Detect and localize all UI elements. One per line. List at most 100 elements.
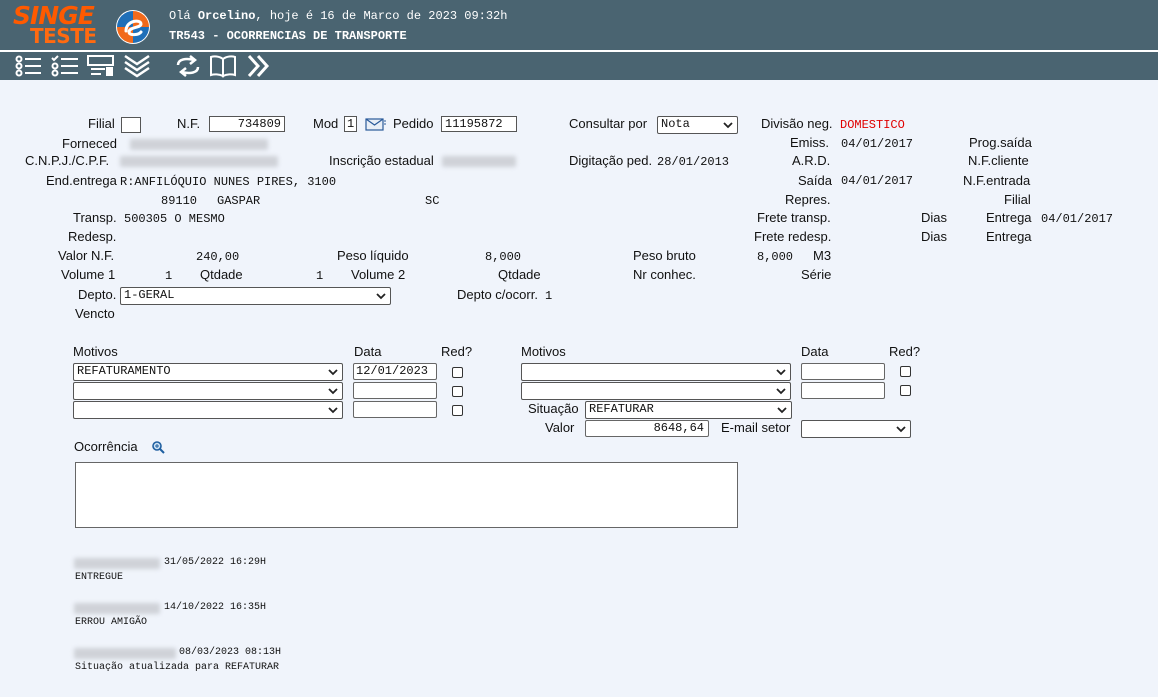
end-entrega-label: End.entrega xyxy=(46,173,117,188)
entrega1-label: Entrega xyxy=(986,210,1032,225)
ocorrencia-label: Ocorrência xyxy=(74,439,138,454)
nf-input[interactable]: 734809 xyxy=(209,116,285,132)
form-icon[interactable] xyxy=(87,54,115,78)
pedido-input[interactable]: 11195872 xyxy=(441,116,517,132)
filial-input[interactable] xyxy=(121,117,141,133)
repres-label: Repres. xyxy=(785,192,831,207)
motivo-left-select-1[interactable]: REFATURAMENTO xyxy=(73,363,343,381)
peso-bruto-value: 8,000 xyxy=(757,250,794,264)
screen-title: TR543 - OCORRENCIAS DE TRANSPORTE xyxy=(169,29,407,43)
email-setor-label: E-mail setor xyxy=(721,420,791,435)
digitacao-value: 28/01/2013 xyxy=(657,155,730,169)
nf-label: N.F. xyxy=(177,116,201,131)
pedido-label: Pedido xyxy=(393,116,434,131)
m3-label: M3 xyxy=(813,248,832,263)
mod-label: Mod xyxy=(313,116,339,131)
emiss-value: 04/01/2017 xyxy=(841,137,914,151)
history-user-redacted xyxy=(74,603,160,614)
serie-label: Série xyxy=(801,267,832,282)
mail-icon[interactable] xyxy=(365,117,386,131)
depto-ocorr-value: 1 xyxy=(545,289,553,303)
list-icon[interactable] xyxy=(14,54,42,78)
motivo-right-select-1[interactable] xyxy=(521,363,791,381)
book-icon[interactable] xyxy=(209,54,237,78)
peso-liquido-label: Peso líquido xyxy=(337,248,409,263)
entrega2-label: Entrega xyxy=(986,229,1032,244)
checklist-icon[interactable] xyxy=(51,54,79,78)
divisao-value: DOMESTICO xyxy=(840,118,905,132)
red-right-checkbox-1[interactable] xyxy=(900,366,911,377)
data-right-input-2[interactable] xyxy=(801,382,885,399)
history-message-1: ENTREGUE xyxy=(75,572,124,583)
motivo-right-select-2[interactable] xyxy=(521,382,791,400)
data-right-input-1[interactable] xyxy=(801,363,885,380)
refresh-icon[interactable] xyxy=(174,54,202,78)
email-setor-select[interactable] xyxy=(801,420,911,438)
cnpj-label: C.N.P.J./C.P.F. xyxy=(25,153,110,168)
logo-icon xyxy=(116,10,150,44)
transp-value: 500305 O MESMO xyxy=(124,212,225,226)
consultar-select[interactable]: Nota xyxy=(657,116,738,134)
inscricao-value-redacted xyxy=(442,156,516,167)
app-header: SINGE TESTE Olá Orcelino, hoje é 16 de M… xyxy=(0,0,1158,50)
divisao-label: Divisão neg. xyxy=(761,116,833,131)
depto-ocorr-label: Depto c/ocorr. xyxy=(457,287,538,302)
data-left-input-3[interactable] xyxy=(353,401,437,418)
red-left-checkbox-1[interactable] xyxy=(452,367,463,378)
motivos-left-header: Motivos xyxy=(73,344,118,359)
filial-right-label: Filial xyxy=(1004,192,1031,207)
nf-cliente-label: N.F.cliente xyxy=(968,153,1029,168)
greeting: Olá Orcelino, hoje é 16 de Marco de 2023… xyxy=(169,9,508,23)
fornecedor-label: Forneced xyxy=(62,136,117,151)
volume1-value: 1 xyxy=(165,269,173,283)
red-right-checkbox-2[interactable] xyxy=(900,385,911,396)
data-left-input-2[interactable] xyxy=(353,382,437,399)
red-left-checkbox-2[interactable] xyxy=(452,386,463,397)
mod-input[interactable]: 1 xyxy=(344,116,357,132)
emiss-label: Emiss. xyxy=(790,135,829,150)
forward-icon[interactable] xyxy=(245,54,273,78)
dias2-label: Dias xyxy=(921,229,948,244)
transp-label: Transp. xyxy=(73,210,117,225)
ocorrencia-textarea[interactable] xyxy=(75,462,738,528)
qtdade1-value: 1 xyxy=(316,269,324,283)
data-right-header: Data xyxy=(801,344,829,359)
data-left-input-1[interactable]: 12/01/2023 xyxy=(353,363,437,380)
peso-bruto-label: Peso bruto xyxy=(633,248,696,263)
collapse-icon[interactable] xyxy=(123,54,151,78)
valor-label: Valor xyxy=(545,420,575,435)
vencto-label: Vencto xyxy=(75,306,115,321)
chevron-down-icon xyxy=(776,388,786,395)
chevron-down-icon xyxy=(723,122,733,129)
prog-saida-label: Prog.saída xyxy=(969,135,1032,150)
valor-input[interactable]: 8648,64 xyxy=(585,420,709,437)
motivo-left-select-2[interactable] xyxy=(73,382,343,400)
consultar-label: Consultar por xyxy=(569,116,648,131)
red-left-checkbox-3[interactable] xyxy=(452,405,463,416)
inscricao-label: Inscrição estadual xyxy=(329,153,434,168)
consultar-value: Nota xyxy=(661,117,690,131)
cnpj-value-redacted xyxy=(120,156,278,167)
motivo-value: REFATURAMENTO xyxy=(77,364,171,378)
frete-redesp-label: Frete redesp. xyxy=(754,229,832,244)
uf-value: SC xyxy=(425,194,440,208)
valor-nf-label: Valor N.F. xyxy=(58,248,115,263)
history-timestamp-1: 31/05/2022 16:29H xyxy=(164,557,267,568)
motivo-left-select-3[interactable] xyxy=(73,401,343,419)
situacao-value: REFATURAR xyxy=(589,402,654,416)
depto-select[interactable]: 1-GERAL xyxy=(120,287,391,305)
nf-entrada-label: N.F.entrada xyxy=(963,173,1031,188)
history-message-3: Situação atualizada para REFATURAR xyxy=(75,662,280,673)
history-message-2: ERROU AMIGÃO xyxy=(75,617,148,628)
end-entrega-value: R:ANFILÓQUIO NUNES PIRES, 3100 xyxy=(120,175,337,189)
chevron-down-icon xyxy=(376,293,386,300)
user-name: Orcelino xyxy=(197,9,256,23)
situacao-select[interactable]: REFATURAR xyxy=(585,401,792,419)
chevron-down-icon xyxy=(776,369,786,376)
depto-label: Depto. xyxy=(78,287,117,302)
zoom-icon[interactable] xyxy=(152,441,165,454)
cep-value: 89110 xyxy=(161,194,198,208)
entrega1-value: 04/01/2017 xyxy=(1041,212,1114,226)
history-timestamp-3: 08/03/2023 08:13H xyxy=(179,647,282,658)
filial-label: Filial xyxy=(88,116,115,131)
